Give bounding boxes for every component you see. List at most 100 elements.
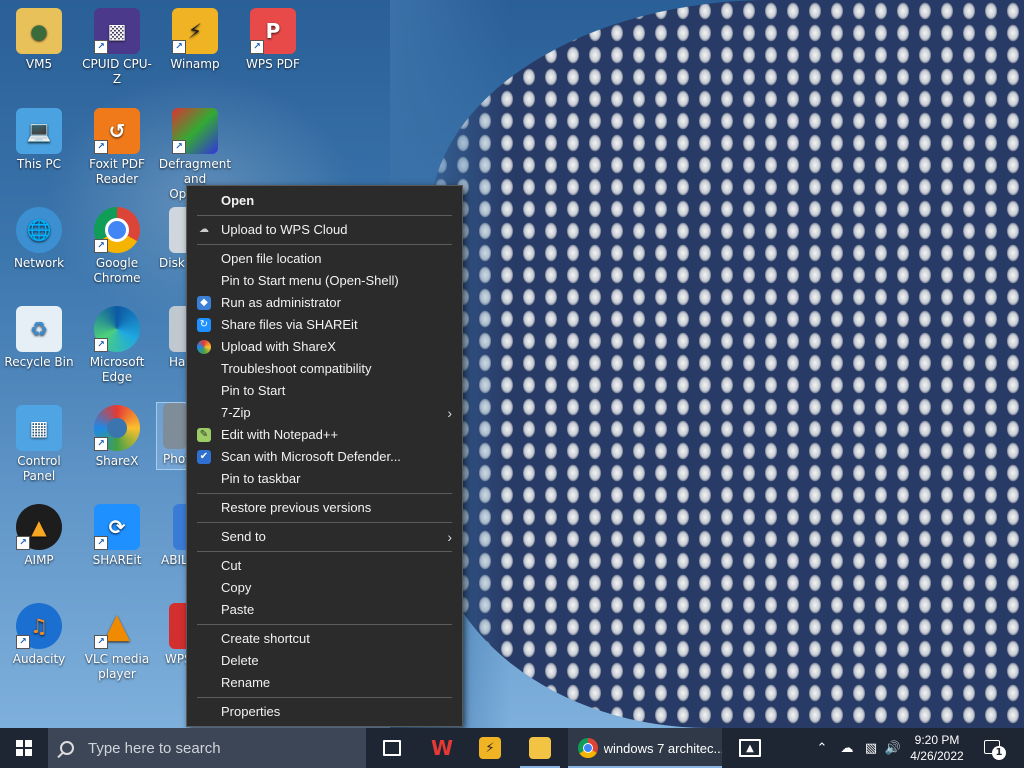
desktop-icon-edge[interactable]: ↗ Microsoft Edge (79, 306, 155, 385)
desktop-icon-sharex[interactable]: ↗ ShareX (79, 405, 155, 469)
desktop-icon-recycle-bin[interactable]: ♻ Recycle Bin (1, 306, 77, 370)
desktop-icon-label: ShareX (95, 454, 139, 468)
shareit-icon: ⟳ ↗ (94, 504, 140, 550)
context-menu-item-rename[interactable]: Rename (187, 672, 462, 694)
desktop-icon-label: This PC (17, 157, 61, 171)
volume-icon: 🔊 (884, 740, 902, 756)
context-menu-item-label: Create shortcut (221, 631, 310, 646)
context-menu-separator (197, 697, 452, 698)
desktop-icon-foxit[interactable]: ↺ ↗ Foxit PDF Reader (79, 108, 155, 187)
network-icon: 🌐 (16, 207, 62, 253)
context-menu-item-pin-to-taskbar[interactable]: Pin to taskbar (187, 468, 462, 490)
chevron-up-icon: ⌃ (816, 740, 828, 756)
context-menu-separator (197, 244, 452, 245)
desktop-icon-wps-pdf[interactable]: P ↗ WPS PDF (235, 8, 311, 72)
context-menu-item-delete[interactable]: Delete (187, 650, 462, 672)
context-menu-separator (197, 624, 452, 625)
show-hidden-icons-button[interactable]: ⌃ (812, 728, 832, 768)
desktop-icon-winamp[interactable]: ⚡ ↗ Winamp (157, 8, 233, 72)
desktop-icon-audacity[interactable]: ♫ ↗ Audacity (1, 603, 77, 667)
taskbar-winamp-button[interactable]: ⚡ (466, 728, 514, 768)
folder-user-icon: ● (16, 8, 62, 54)
context-menu-item-send-to[interactable]: Send to › (187, 526, 462, 548)
folder-icon (529, 737, 551, 759)
taskbar-file-explorer-button[interactable] (516, 728, 564, 768)
taskbar-search-box[interactable]: Type here to search (48, 728, 366, 768)
desktop-icon-control-panel[interactable]: ▦ Control Panel (1, 405, 77, 484)
desktop-icon-aimp[interactable]: ▲ ↗ AIMP (1, 504, 77, 568)
context-menu-separator (197, 522, 452, 523)
context-menu-item-label: Paste (221, 602, 255, 617)
desktop-icon-label: VM5 (25, 57, 53, 71)
desktop-icon-label: Audacity (12, 652, 66, 666)
action-center-button[interactable]: 1 (980, 736, 1006, 760)
taskbar: Type here to search W ⚡ windows 7 archit… (0, 728, 1024, 768)
context-menu-item-pin-to-start-menu-open-shell[interactable]: Pin to Start menu (Open-Shell) (187, 270, 462, 292)
photos-icon: ▲ (739, 739, 761, 757)
taskbar-clock[interactable]: 9:20 PM 4/26/2022 (900, 732, 974, 764)
context-menu-item-cut[interactable]: Cut (187, 555, 462, 577)
context-menu-item-properties[interactable]: Properties (187, 701, 462, 723)
context-menu-item-edit-with-notepad[interactable]: ✎ Edit with Notepad++ (187, 424, 462, 446)
desktop-icon-label: Control Panel (17, 454, 61, 483)
start-button[interactable] (0, 728, 48, 768)
context-menu-item-pin-to-start[interactable]: Pin to Start (187, 380, 462, 402)
clock-date: 4/26/2022 (910, 749, 964, 763)
taskbar-wps-button[interactable]: W (418, 728, 466, 768)
desktop-icon-label: AIMP (24, 553, 54, 567)
desktop-icon-label: WPS PDF (246, 57, 300, 71)
control-panel-icon: ▦ (16, 405, 62, 451)
tray-cloud-button[interactable]: ☁ (836, 728, 858, 768)
context-menu-separator (197, 493, 452, 494)
context-menu-item-label: Pin to Start (221, 383, 286, 398)
context-menu-item-share-files-via-shareit[interactable]: ↻ Share files via SHAREit (187, 314, 462, 336)
context-menu-item-open-file-location[interactable]: Open file location (187, 248, 462, 270)
windows-logo-icon (16, 740, 32, 756)
desktop-icon-this-pc[interactable]: 💻 This PC (1, 108, 77, 172)
wallpaper-building (390, 0, 1024, 728)
task-view-icon (383, 740, 401, 756)
desktop-icon-label: Foxit PDF Reader (89, 157, 145, 186)
sharex-icon: ↗ (94, 405, 140, 451)
photo-icon (163, 403, 187, 449)
context-menu-item-label: Upload with ShareX (221, 339, 336, 354)
context-menu-item-copy[interactable]: Copy (187, 577, 462, 599)
desktop-icon-label: Network (13, 256, 65, 270)
desktop-icon-photo[interactable]: Phot (156, 402, 190, 470)
desktop-icon-vm5[interactable]: ● VM5 (1, 8, 77, 72)
desktop-icon-vlc[interactable]: ▲ ↗ VLC media player (79, 603, 155, 682)
search-placeholder: Type here to search (88, 739, 221, 757)
desktop-icon-shareit[interactable]: ⟳ ↗ SHAREit (79, 504, 155, 568)
context-menu-item-7-zip[interactable]: 7-Zip › (187, 402, 462, 424)
desktop-icon-label: SHAREit (92, 553, 142, 567)
context-menu-item-paste[interactable]: Paste (187, 599, 462, 621)
context-menu-item-troubleshoot-compatibility[interactable]: Troubleshoot compatibility (187, 358, 462, 380)
context-menu-item-label: Rename (221, 675, 271, 690)
context-menu-item-upload-with-sharex[interactable]: Upload with ShareX (187, 336, 462, 358)
context-menu-item-label: Restore previous versions (221, 500, 372, 515)
clock-time: 9:20 PM (914, 733, 960, 747)
context-menu-item-label: Pin to Start menu (Open-Shell) (221, 273, 399, 288)
defender-icon: ✔ (197, 450, 211, 464)
context-menu-item-scan-with-microsoft-defender[interactable]: ✔ Scan with Microsoft Defender... (187, 446, 462, 468)
taskbar-photos-button[interactable]: ▲ (726, 728, 774, 768)
shareit-icon: ↻ (197, 318, 211, 332)
context-menu-item-run-as-administrator[interactable]: ◆ Run as administrator (187, 292, 462, 314)
tray-network-button[interactable]: ▧ (860, 728, 882, 768)
desktop-icon-label: CPUID CPU-Z (82, 57, 152, 86)
context-menu-item-open[interactable]: Open (187, 190, 462, 212)
winamp-icon: ⚡ (479, 737, 501, 759)
task-view-button[interactable] (368, 728, 416, 768)
chevron-right-icon: › (447, 405, 452, 421)
desktop-icon-chrome[interactable]: ↗ Google Chrome (79, 207, 155, 286)
aimp-icon: ▲ ↗ (16, 504, 62, 550)
context-menu-item-upload-to-wps-cloud[interactable]: ☁ Upload to WPS Cloud (187, 219, 462, 241)
desktop-icon-network[interactable]: 🌐 Network (1, 207, 77, 271)
context-menu-item-create-shortcut[interactable]: Create shortcut (187, 628, 462, 650)
desktop-icon-label: ABIL (161, 553, 188, 567)
desktop-icon-cpuz[interactable]: ▩ ↗ CPUID CPU-Z (79, 8, 155, 87)
context-menu-item-restore-previous-versions[interactable]: Restore previous versions (187, 497, 462, 519)
context-menu-separator (197, 215, 452, 216)
desktop-icon-label: VLC media player (84, 652, 150, 681)
taskbar-chrome-button[interactable]: windows 7 architec... (568, 728, 722, 768)
